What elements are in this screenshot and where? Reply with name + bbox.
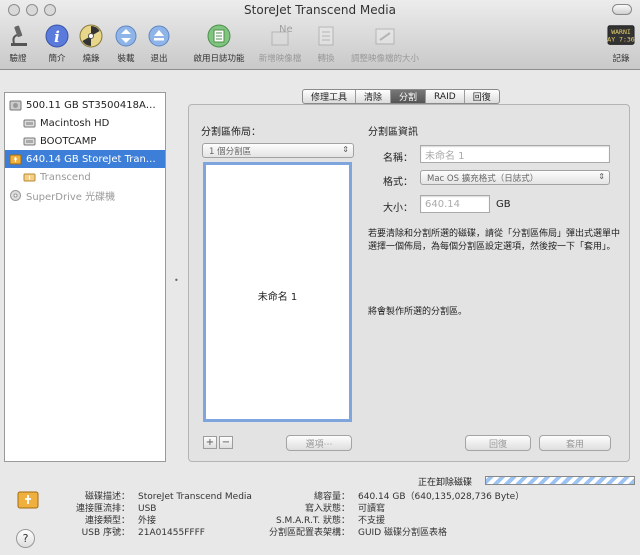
usb-disk-icon [9, 153, 22, 166]
usb-disk-icon [17, 491, 39, 509]
volume-icon [23, 135, 36, 148]
partition-block-label: 未命名 1 [257, 292, 298, 303]
partition-panel: 分割區佈局： 1 個分割區 ⇕ 未命名 1 + − 選項⋯ 分割區資訊 名稱： … [188, 104, 630, 462]
tab-first-aid[interactable]: 修理工具 [303, 90, 357, 103]
svg-text:AY 7:36: AY 7:36 [607, 36, 635, 44]
journal-icon [205, 22, 233, 50]
tab-restore[interactable]: 回復 [465, 90, 499, 103]
partition-info-title: 分割區資訊 [368, 127, 418, 138]
add-partition-button[interactable]: + [203, 436, 217, 449]
title-bar: StoreJet Transcend Media 驗證 i 簡介 燒錄 裝載 退… [0, 0, 640, 70]
remove-partition-button[interactable]: − [219, 436, 233, 449]
tab-partition[interactable]: 分割 [391, 90, 427, 103]
unmount-status-text: 正在卸除磁碟 [418, 478, 473, 488]
unmount-progress-bar [485, 476, 635, 485]
new-image-icon: New [266, 22, 294, 50]
svg-text:New: New [279, 24, 293, 35]
format-label: 格式： [383, 177, 413, 188]
partition-name-field[interactable]: 未命名 1 [420, 145, 610, 163]
tab-raid[interactable]: RAID [426, 90, 465, 103]
apply-button[interactable]: 套用 [539, 435, 611, 451]
partition-help-text: 若要清除和分割所選的磁碟，請從「分割區佈局」彈出式選單中選擇一個佈局，為每個分割… [368, 229, 621, 252]
microscope-icon [4, 22, 32, 50]
convert-icon [312, 22, 340, 50]
hard-disk-icon [9, 99, 22, 112]
split-view-handle[interactable]: • [174, 276, 179, 285]
log-console-icon: WARNI AY 7:36 [607, 22, 635, 50]
window-title: StoreJet Transcend Media [244, 3, 396, 17]
toolbar-enable-journaling-button[interactable]: 啟用日誌功能 [189, 22, 249, 64]
eject-icon [145, 22, 173, 50]
volume-icon [23, 117, 36, 130]
sidebar-item-storejet-disk[interactable]: 640.14 GB StoreJet Tran… [5, 150, 165, 168]
format-popup[interactable]: Mac OS 擴充格式（日誌式） ⇕ [420, 170, 610, 185]
usb-volume-icon [23, 171, 36, 184]
toolbar-toggle-button[interactable] [612, 4, 632, 15]
disk-list-sidebar: 500.11 GB ST3500418A… Macintosh HD BOOTC… [4, 92, 166, 462]
size-label: 大小： [383, 203, 413, 214]
partition-layout-map[interactable]: 未命名 1 [203, 162, 352, 422]
partition-layout-title: 分割區佈局： [201, 127, 261, 138]
sidebar-item-bootcamp[interactable]: BOOTCAMP [5, 132, 165, 150]
partition-size-field[interactable]: 640.14 [420, 195, 490, 213]
popup-arrows-icon: ⇕ [342, 145, 349, 154]
sidebar-item-macintosh-hd[interactable]: Macintosh HD [5, 114, 165, 132]
toolbar-eject-button[interactable]: 退出 [131, 22, 187, 64]
svg-text:i: i [54, 28, 60, 46]
resize-image-icon [371, 22, 399, 50]
tab-erase[interactable]: 清除 [356, 90, 392, 103]
tab-bar: 修理工具 清除 分割 RAID 回復 [302, 89, 500, 104]
toolbar-log-button[interactable]: WARNI AY 7:36 記錄 [596, 22, 640, 64]
info-usb-serial: USB 序號： 21A01455FFFF [81, 528, 205, 538]
sidebar-item-disk-st3500418a[interactable]: 500.11 GB ST3500418A… [5, 96, 165, 114]
toolbar-resize-image-button[interactable]: 調整映像檔的大小 [345, 22, 425, 64]
info-partition-map-scheme: 分割區配置表架構： GUID 磁碟分割區表格 [268, 528, 448, 538]
partition-status-text: 將會製作所選的分割區。 [368, 307, 468, 317]
popup-arrows-icon: ⇕ [598, 172, 605, 181]
optical-drive-icon [9, 189, 22, 202]
sidebar-item-transcend[interactable]: Transcend [5, 168, 165, 186]
size-unit-label: GB [496, 199, 511, 210]
sidebar-item-superdrive[interactable]: SuperDrive 光碟機 [5, 186, 165, 204]
help-button[interactable]: ? [16, 529, 35, 548]
options-button[interactable]: 選項⋯ [286, 435, 352, 451]
disk-info-icon [16, 488, 40, 515]
name-label: 名稱： [383, 153, 413, 164]
partition-layout-popup[interactable]: 1 個分割區 ⇕ [202, 143, 354, 158]
revert-button[interactable]: 回復 [465, 435, 531, 451]
